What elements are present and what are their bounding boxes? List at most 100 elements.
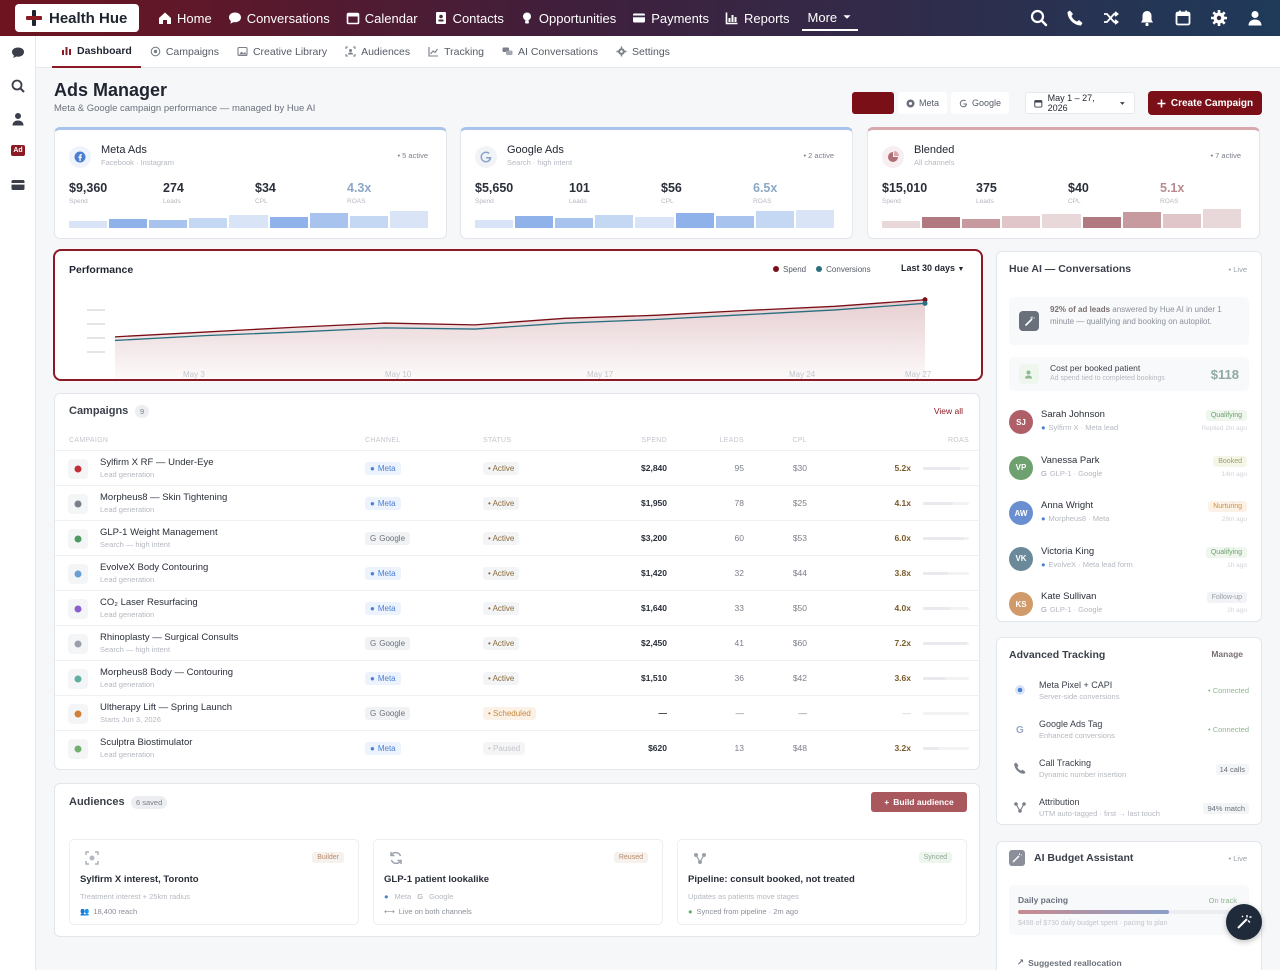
- col-status[interactable]: STATUS: [483, 437, 511, 444]
- status-badge: • Scheduled: [483, 707, 536, 720]
- nav-more[interactable]: More: [801, 5, 859, 31]
- chat-icon[interactable]: [10, 45, 26, 61]
- spark-bar: [715, 216, 754, 228]
- tab-tracking[interactable]: Tracking: [419, 36, 493, 68]
- bar-chart-icon: [62, 47, 71, 55]
- spark-bar: [149, 220, 188, 228]
- tab-audiences[interactable]: Audiences: [336, 36, 419, 68]
- create-campaign-button[interactable]: Create Campaign: [1148, 91, 1262, 115]
- col-roas[interactable]: ROAS: [923, 437, 969, 444]
- audience-icon: [345, 46, 356, 57]
- col-leads[interactable]: LEADS: [700, 437, 744, 444]
- image-icon: [237, 46, 248, 57]
- range-dropdown[interactable]: Last 30 days ▼: [901, 263, 964, 273]
- conversation-item[interactable]: VK Victoria King ● EvolveX · Meta lead form…: [997, 542, 1263, 588]
- tracking-sub: UTM auto-tagged · first → last touch: [1039, 809, 1160, 818]
- nav-payments[interactable]: Payments: [624, 0, 717, 36]
- spark-bar: [755, 211, 794, 228]
- spark-bar: [389, 211, 428, 228]
- audience-card[interactable]: Reused GLP-1 patient lookalike ● Meta G Goo…: [373, 839, 663, 925]
- date-range-picker[interactable]: May 1 – 27, 2026: [1025, 92, 1135, 114]
- phone-icon[interactable]: [1066, 9, 1084, 27]
- insight-text: 92% of ad leads answered by Hue AI in un…: [1050, 304, 1240, 328]
- tracking-item-google[interactable]: G Google Ads Tag Enhanced conversions • …: [997, 714, 1263, 752]
- nav-opportunities[interactable]: Opportunities: [512, 0, 624, 36]
- campaign-row[interactable]: GLP-1 Weight Management Search — high int…: [55, 520, 981, 555]
- conversation-item[interactable]: KS Kate Sullivan G GLP-1 · Google Follow-up 2…: [997, 587, 1263, 633]
- channel-label: Meta: [377, 674, 396, 683]
- manage-link[interactable]: Manage: [1211, 649, 1243, 659]
- ai-assistant-fab[interactable]: [1226, 904, 1262, 940]
- audience-desc: Updates as patients move stages: [688, 892, 799, 901]
- person-icon[interactable]: [10, 111, 26, 127]
- campaign-row[interactable]: Morpheus8 — Skin Tightening Lead generati…: [55, 485, 981, 520]
- filter-all-button[interactable]: [852, 92, 894, 114]
- google-ads-card[interactable]: Google Ads Search · high intent • 2 acti…: [460, 127, 853, 239]
- col-spend[interactable]: SPEND: [615, 437, 667, 444]
- range-label: Last 30 days: [901, 263, 956, 273]
- view-all-link[interactable]: View all: [934, 406, 963, 416]
- tracking-item-meta[interactable]: Meta Pixel + CAPI Server-side conversion…: [997, 675, 1263, 713]
- tab-settings[interactable]: Settings: [607, 36, 679, 68]
- nav-conversations[interactable]: Conversations: [220, 0, 338, 36]
- conversation-item[interactable]: SJ Sarah Johnson ● Sylfirm X · Meta lead Qua…: [997, 405, 1263, 451]
- tab-creative-library[interactable]: Creative Library: [228, 36, 336, 68]
- audience-card[interactable]: Synced Pipeline: consult booked, not tre…: [677, 839, 967, 925]
- conversions-point[interactable]: [922, 300, 928, 306]
- gear-icon[interactable]: [1210, 9, 1228, 27]
- campaign-row[interactable]: Sylfirm X RF — Under-Eye Lead generation ●…: [55, 450, 981, 485]
- audience-card[interactable]: Builder Sylfirm X interest, Toronto Trea…: [69, 839, 359, 925]
- campaign-row[interactable]: Sculptra Biostimulator Lead generation ● Me…: [55, 730, 981, 765]
- nav-home[interactable]: Home: [150, 0, 220, 36]
- spark-bar: [675, 213, 714, 228]
- campaign-row[interactable]: Rhinoplasty — Surgical Consults Search — …: [55, 625, 981, 660]
- brand-logo[interactable]: Health Hue: [15, 4, 139, 32]
- filter-google-button[interactable]: Google: [951, 92, 1010, 114]
- budget-title: AI Budget Assistant: [1034, 852, 1134, 864]
- tab-ai-conversations[interactable]: AI Conversations: [493, 36, 607, 68]
- search-icon[interactable]: [10, 78, 26, 94]
- conversation-item[interactable]: VP Vanessa Park G GLP-1 · Google Booked 14m a…: [997, 451, 1263, 497]
- wallet-icon[interactable]: [10, 177, 26, 193]
- status-label: Active: [492, 534, 515, 543]
- tracking-item-attribution[interactable]: Attribution UTM auto-tagged · first → la…: [997, 792, 1263, 830]
- user-icon[interactable]: [1246, 9, 1264, 27]
- magic-wand-icon: [1009, 850, 1025, 866]
- calendar-icon[interactable]: [1174, 9, 1192, 27]
- campaign-row[interactable]: EvolveX Body Contouring Lead generation ● M…: [55, 555, 981, 590]
- col-channel[interactable]: CHANNEL: [365, 437, 401, 444]
- spark-bar: [109, 219, 148, 228]
- cpl-cell: $48: [792, 743, 807, 753]
- search-icon[interactable]: [1030, 9, 1048, 27]
- legend-spend: Spend: [773, 265, 806, 274]
- ai-budget-assistant-panel: AI Budget Assistant • Live Daily pacing …: [996, 841, 1262, 970]
- tracking-item-calls[interactable]: Call Tracking Dynamic number insertion 1…: [997, 753, 1263, 791]
- bell-icon[interactable]: [1138, 9, 1156, 27]
- shuffle-icon[interactable]: [1102, 9, 1120, 27]
- blended-card[interactable]: Blended All channels • 7 active $15,010 S…: [867, 127, 1260, 239]
- roas-progress-bar: [923, 677, 969, 680]
- campaign-row[interactable]: CO₂ Laser Resurfacing Lead generation ● Met…: [55, 590, 981, 625]
- filter-meta-button[interactable]: Meta: [898, 92, 948, 114]
- nav-calendar[interactable]: Calendar: [338, 0, 426, 36]
- col-campaign[interactable]: CAMPAIGN: [69, 437, 108, 444]
- nav-reports[interactable]: Reports: [717, 0, 798, 36]
- metric-roas: 4.3x ROAS: [347, 181, 371, 205]
- campaign-sub: Lead generation: [100, 610, 155, 619]
- nav-contacts[interactable]: Contacts: [426, 0, 512, 36]
- campaign-row[interactable]: Morpheus8 Body — Contouring Lead generati…: [55, 660, 981, 695]
- campaigns-title: Campaigns: [69, 405, 129, 417]
- left-rail: Ad: [0, 36, 36, 970]
- build-audience-button[interactable]: + Build audience: [871, 792, 967, 812]
- tab-campaigns[interactable]: Campaigns: [141, 36, 228, 68]
- col-cpl[interactable]: CPL: [765, 437, 807, 444]
- campaign-row[interactable]: Ultherapy Lift — Spring Launch Starts Jun…: [55, 695, 981, 730]
- tracking-name: Call Tracking: [1039, 758, 1092, 768]
- conversation-item[interactable]: AW Anna Wright ● Morpheus8 · Meta Nurturing 2…: [997, 496, 1263, 542]
- meta-ads-card[interactable]: Meta Ads Facebook · Instagram • 5 active…: [54, 127, 447, 239]
- spark-bar: [189, 218, 228, 228]
- tab-dashboard[interactable]: Dashboard: [52, 36, 141, 68]
- home-icon: [159, 12, 171, 24]
- ads-icon[interactable]: Ad: [11, 145, 25, 156]
- suggested-reallocation[interactable]: ↗ Suggested reallocation: [1017, 957, 1122, 968]
